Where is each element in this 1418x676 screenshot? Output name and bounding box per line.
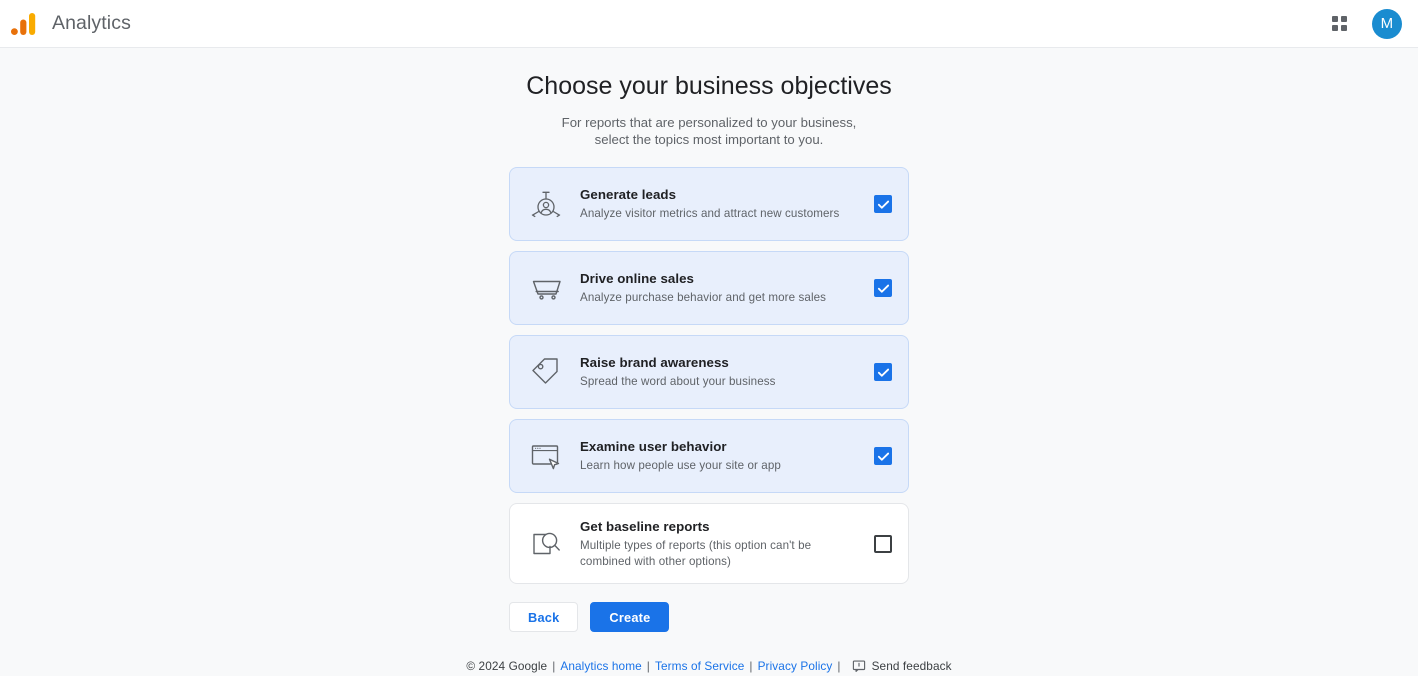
- objective-description: Learn how people use your site or app: [580, 459, 781, 473]
- objective-title: Get baseline reports: [580, 519, 710, 534]
- objective-card-text: Drive online sales Analyze purchase beha…: [580, 270, 874, 306]
- footer-separator: |: [552, 659, 556, 673]
- back-button[interactable]: Back: [509, 602, 579, 632]
- footer-link-privacy-policy[interactable]: Privacy Policy: [758, 659, 833, 673]
- objective-description: Analyze purchase behavior and get more s…: [580, 291, 827, 305]
- objective-card-get-baseline-reports[interactable]: Get baseline reports Multiple types of r…: [509, 503, 909, 584]
- objective-checkbox-generate-leads[interactable]: [874, 195, 892, 213]
- action-bar: Back Create: [509, 602, 909, 632]
- objective-title: Generate leads: [580, 187, 677, 203]
- footer-separator: |: [749, 659, 753, 673]
- top-app-bar: Analytics M: [0, 0, 1418, 48]
- objective-card-text: Get baseline reports Multiple types of r…: [580, 518, 874, 569]
- objective-description: Multiple types of reports (this option c…: [580, 539, 812, 568]
- analytics-bars-icon: [10, 10, 38, 38]
- page-title: Choose your business objectives: [526, 72, 892, 100]
- objective-card-text: Raise brand awareness Spread the word ab…: [580, 354, 874, 390]
- objective-card-raise-brand-awareness[interactable]: Raise brand awareness Spread the word ab…: [509, 335, 909, 409]
- objective-card-list: Generate leads Analyze visitor metrics a…: [509, 167, 909, 584]
- page-subtitle-line1: For reports that are personalized to you…: [561, 115, 857, 130]
- avatar[interactable]: M: [1372, 8, 1402, 39]
- objective-checkbox-examine-user-behavior[interactable]: [874, 447, 892, 465]
- objective-card-drive-online-sales[interactable]: Drive online sales Analyze purchase beha…: [509, 251, 909, 325]
- objective-description: Analyze visitor metrics and attract new …: [580, 207, 840, 221]
- page-subtitle-line2: select the topics most important to you.: [594, 131, 824, 147]
- top-bar-actions: M: [1322, 7, 1402, 41]
- objective-card-text: Examine user behavior Learn how people u…: [580, 438, 874, 474]
- footer: © 2024 Google | Analytics home | Terms o…: [0, 659, 1418, 673]
- shopping-cart-icon: [524, 266, 568, 310]
- lead-person-target-icon: [524, 182, 568, 226]
- objective-description: Spread the word about your business: [580, 375, 776, 389]
- browser-cursor-icon: [524, 434, 568, 478]
- brand-area[interactable]: Analytics: [10, 10, 131, 38]
- send-feedback-button[interactable]: Send feedback: [852, 659, 952, 673]
- send-feedback-label: Send feedback: [871, 659, 952, 673]
- objective-title: Drive online sales: [580, 271, 694, 287]
- objective-title: Raise brand awareness: [580, 355, 729, 371]
- brand-name: Analytics: [52, 12, 131, 34]
- footer-copyright: © 2024 Google: [466, 659, 548, 673]
- apps-grid-icon[interactable]: [1322, 7, 1356, 41]
- objective-card-examine-user-behavior[interactable]: Examine user behavior Learn how people u…: [509, 419, 909, 493]
- objective-card-generate-leads[interactable]: Generate leads Analyze visitor metrics a…: [509, 167, 909, 241]
- footer-link-analytics-home[interactable]: Analytics home: [560, 659, 641, 673]
- document-magnifier-icon: [524, 522, 568, 566]
- objective-checkbox-drive-online-sales[interactable]: [874, 279, 892, 297]
- objective-card-text: Generate leads Analyze visitor metrics a…: [580, 186, 874, 222]
- footer-link-terms-of-service[interactable]: Terms of Service: [655, 659, 744, 673]
- footer-separator: |: [837, 659, 841, 673]
- feedback-bubble-icon: [852, 659, 866, 673]
- page-subtitle: For reports that are personalized to you…: [562, 115, 857, 148]
- objective-checkbox-get-baseline-reports[interactable]: [874, 534, 892, 553]
- objective-checkbox-raise-brand-awareness[interactable]: [874, 363, 892, 381]
- footer-separator: |: [646, 659, 650, 673]
- page-content: Choose your business objectives For repo…: [0, 48, 1418, 673]
- price-tag-icon: [524, 350, 568, 394]
- objective-title: Examine user behavior: [580, 439, 727, 455]
- create-button[interactable]: Create: [590, 602, 670, 632]
